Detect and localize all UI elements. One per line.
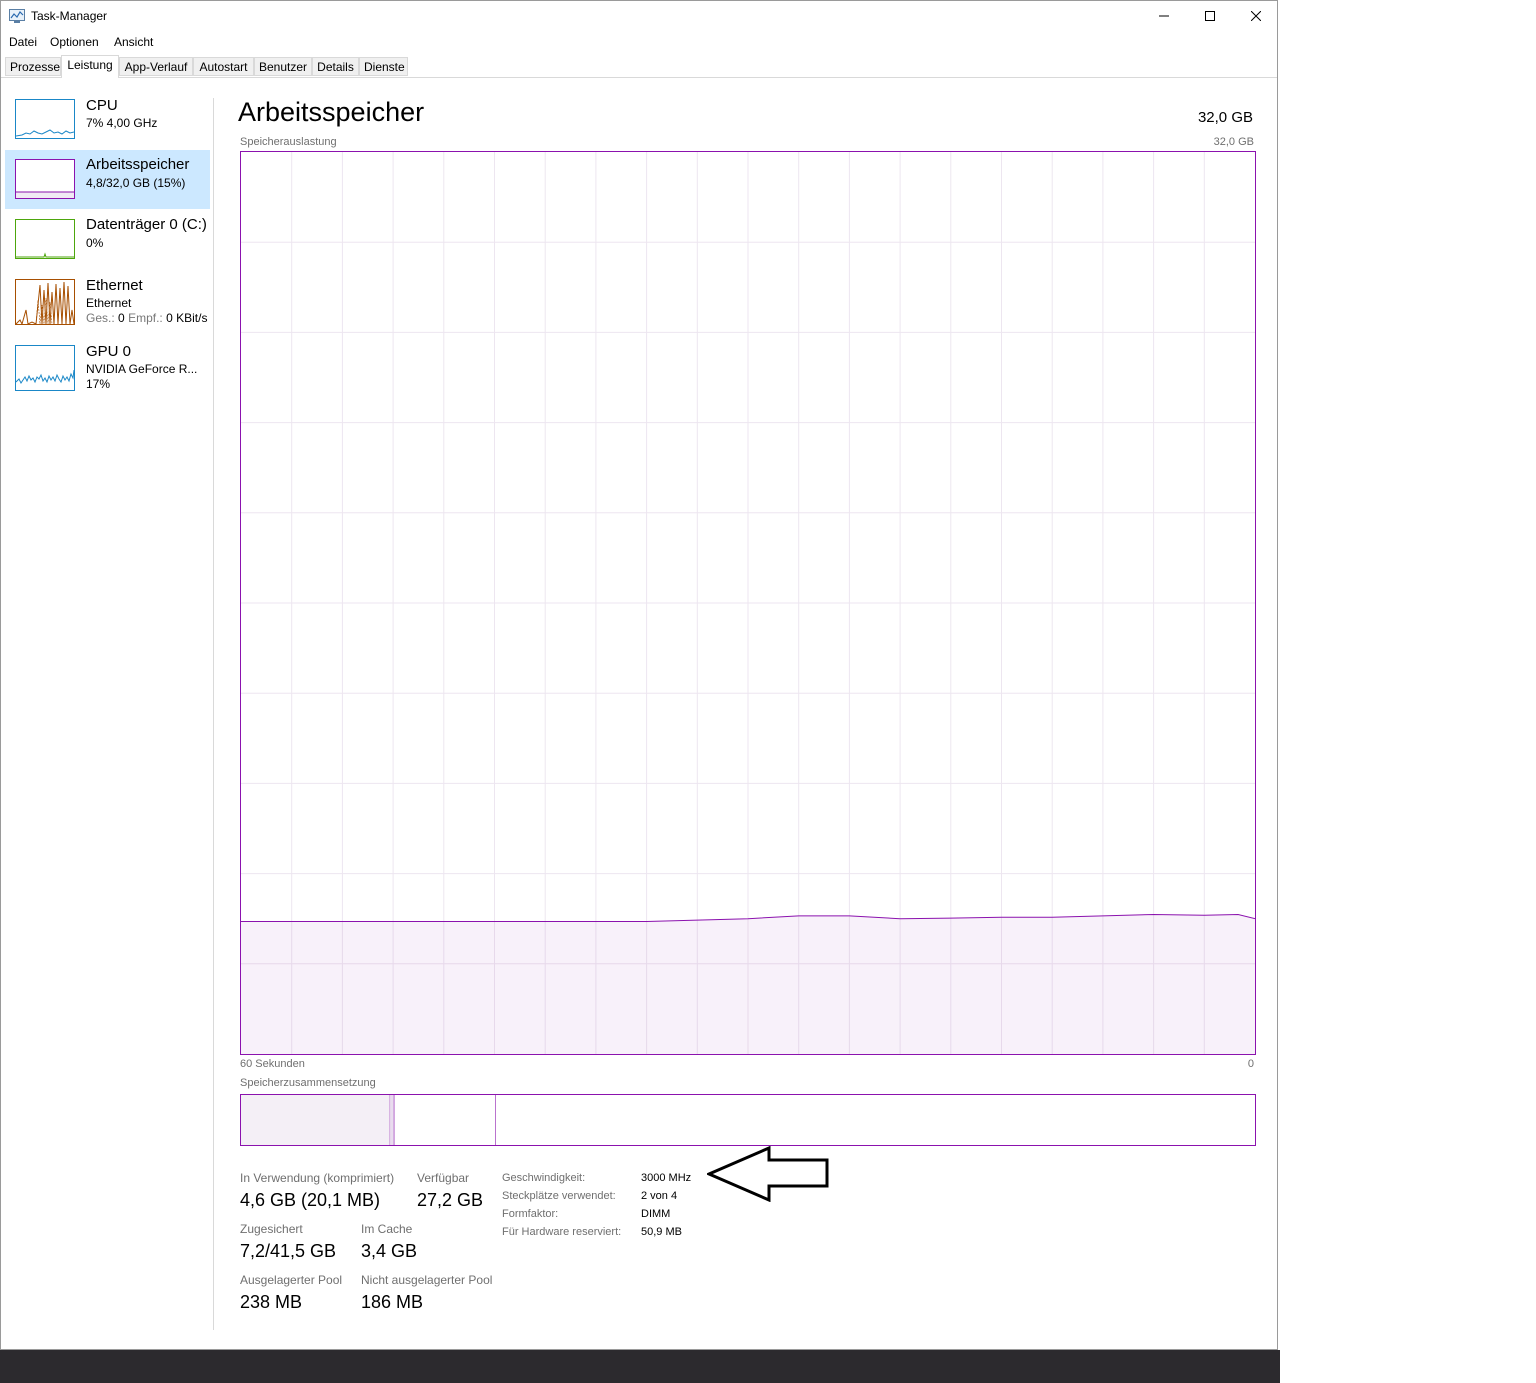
- memory-usage-area: [241, 914, 1255, 1054]
- composition-modified-segment: [390, 1095, 395, 1145]
- nonpaged-pool-label: Nicht ausgelagerter Pool: [361, 1273, 493, 1287]
- disk-thumbnail-line: [16, 252, 74, 258]
- hardware-reserved-value: 50,9 MB: [641, 1226, 682, 1238]
- sidebar-item-ethernet[interactable]: Ethernet Ethernet Ges.: 0 Empf.: 0 KBit/…: [5, 271, 210, 333]
- menu-datei[interactable]: Datei: [9, 35, 37, 49]
- sidebar-item-title: CPU: [86, 97, 118, 114]
- tab-bar: Prozesse Leistung App-Verlauf Autostart …: [1, 55, 1277, 78]
- form-factor-value: DIMM: [641, 1208, 671, 1220]
- in-use-label: In Verwendung (komprimiert): [240, 1171, 395, 1185]
- memory-composition-bar: [240, 1094, 1256, 1146]
- sidebar-item-disk[interactable]: Datenträger 0 (C:) 0%: [5, 210, 210, 270]
- tab-autostart[interactable]: Autostart: [193, 57, 254, 76]
- form-factor-label: Formfaktor:: [502, 1208, 559, 1220]
- memory-usage-chart: [241, 152, 1256, 1054]
- available-value: 27,2 GB: [417, 1190, 484, 1210]
- memory-composition-chart: [241, 1095, 497, 1145]
- memory-thumbnail-graph: [15, 159, 75, 199]
- send-label: Ges.:: [86, 311, 115, 325]
- sidebar-item-subtitle: 0%: [86, 236, 104, 250]
- cached-label: Im Cache: [361, 1222, 413, 1236]
- cached-value: 3,4 GB: [361, 1241, 418, 1261]
- task-manager-window: Task-Manager Datei Optionen Ansicht Proz…: [0, 0, 1278, 1350]
- ethernet-thumbnail-line: [16, 281, 74, 324]
- graph-time-start-label: 60 Sekunden: [240, 1058, 305, 1070]
- tab-app-verlauf[interactable]: App-Verlauf: [119, 57, 193, 76]
- sidebar-item-title: Arbeitsspeicher: [86, 156, 190, 173]
- sidebar-item-subtitle: NVIDIA GeForce R...: [86, 362, 198, 376]
- graph-max-label: 32,0 GB: [1213, 136, 1254, 148]
- disk-thumbnail-graph: [15, 219, 75, 259]
- sidebar-item-subtitle: 4,8/32,0 GB (15%): [86, 176, 186, 190]
- in-use-value: 4,6 GB (20,1 MB): [240, 1190, 381, 1210]
- sidebar-item-gpu[interactable]: GPU 0 NVIDIA GeForce R... 17%: [5, 337, 210, 399]
- paged-pool-label: Ausgelagerter Pool: [240, 1273, 343, 1287]
- sidebar-item-subtitle: Ethernet: [86, 296, 132, 310]
- graph-time-end-label: 0: [1247, 1058, 1254, 1070]
- speed-value: 3000 MHz: [641, 1172, 692, 1184]
- menu-ansicht[interactable]: Ansicht: [114, 35, 153, 49]
- sidebar-item-usage: 17%: [86, 377, 111, 391]
- send-value: 0: [118, 311, 125, 325]
- total-capacity: 32,0 GB: [1197, 109, 1253, 126]
- tab-prozesse[interactable]: Prozesse: [5, 57, 61, 76]
- nonpaged-pool-value: 186 MB: [361, 1292, 424, 1312]
- sidebar-divider: [213, 98, 214, 1330]
- memory-thumbnail-area: [16, 191, 74, 198]
- cpu-thumbnail-line: [16, 129, 74, 137]
- task-manager-icon: [9, 9, 25, 23]
- tab-leistung[interactable]: Leistung: [61, 55, 119, 78]
- slots-label: Steckplätze verwendet:: [502, 1190, 616, 1202]
- gpu-thumbnail-line: [16, 369, 74, 384]
- graph-label: Speicherauslastung: [240, 136, 337, 148]
- sidebar-item-memory[interactable]: Arbeitsspeicher 4,8/32,0 GB (15%): [5, 150, 210, 209]
- menu-optionen[interactable]: Optionen: [50, 35, 99, 49]
- minimize-button[interactable]: [1141, 1, 1187, 31]
- tab-benutzer[interactable]: Benutzer: [254, 57, 312, 76]
- composition-in-use-segment: [241, 1095, 391, 1145]
- available-label: Verfügbar: [417, 1171, 470, 1185]
- cpu-thumbnail-graph: [15, 99, 75, 139]
- paged-pool-value: 238 MB: [240, 1292, 303, 1312]
- close-button[interactable]: [1233, 1, 1279, 31]
- tab-details[interactable]: Details: [312, 57, 359, 76]
- gpu-thumbnail-graph: [15, 345, 75, 391]
- memory-usage-graph: [240, 151, 1256, 1055]
- page-title: Arbeitsspeicher: [238, 97, 425, 127]
- maximize-icon: [1205, 11, 1215, 21]
- tab-dienste[interactable]: Dienste: [359, 57, 408, 76]
- receive-value: 0 KBit/s: [166, 311, 208, 325]
- sidebar-item-title: Datenträger 0 (C:): [86, 216, 207, 233]
- maximize-button[interactable]: [1187, 1, 1233, 31]
- menu-bar: Datei Optionen Ansicht: [1, 33, 1277, 53]
- receive-label: Empf.:: [128, 311, 163, 325]
- sidebar-item-subtitle: 7% 4,00 GHz: [86, 116, 158, 130]
- title-bar: Task-Manager: [1, 1, 1277, 33]
- speed-label: Geschwindigkeit:: [502, 1172, 586, 1184]
- minimize-icon: [1159, 15, 1169, 17]
- close-icon: [1251, 11, 1261, 21]
- window-title: Task-Manager: [31, 9, 108, 23]
- sidebar-item-throughput: Ges.: 0 Empf.: 0 KBit/s: [86, 311, 207, 325]
- sidebar-item-title: Ethernet: [86, 277, 143, 294]
- sidebar-item-cpu[interactable]: CPU 7% 4,00 GHz: [5, 91, 210, 149]
- slots-value: 2 von 4: [641, 1190, 678, 1202]
- hardware-reserved-label: Für Hardware reserviert:: [502, 1226, 622, 1238]
- committed-value: 7,2/41,5 GB: [240, 1241, 337, 1261]
- sidebar-item-title: GPU 0: [86, 343, 132, 360]
- ethernet-thumbnail-graph: [15, 279, 75, 325]
- annotation-arrow-icon: [707, 1146, 829, 1202]
- composition-label: Speicherzusammensetzung: [240, 1077, 376, 1089]
- committed-label: Zugesichert: [240, 1222, 303, 1236]
- taskbar: [0, 1350, 1280, 1383]
